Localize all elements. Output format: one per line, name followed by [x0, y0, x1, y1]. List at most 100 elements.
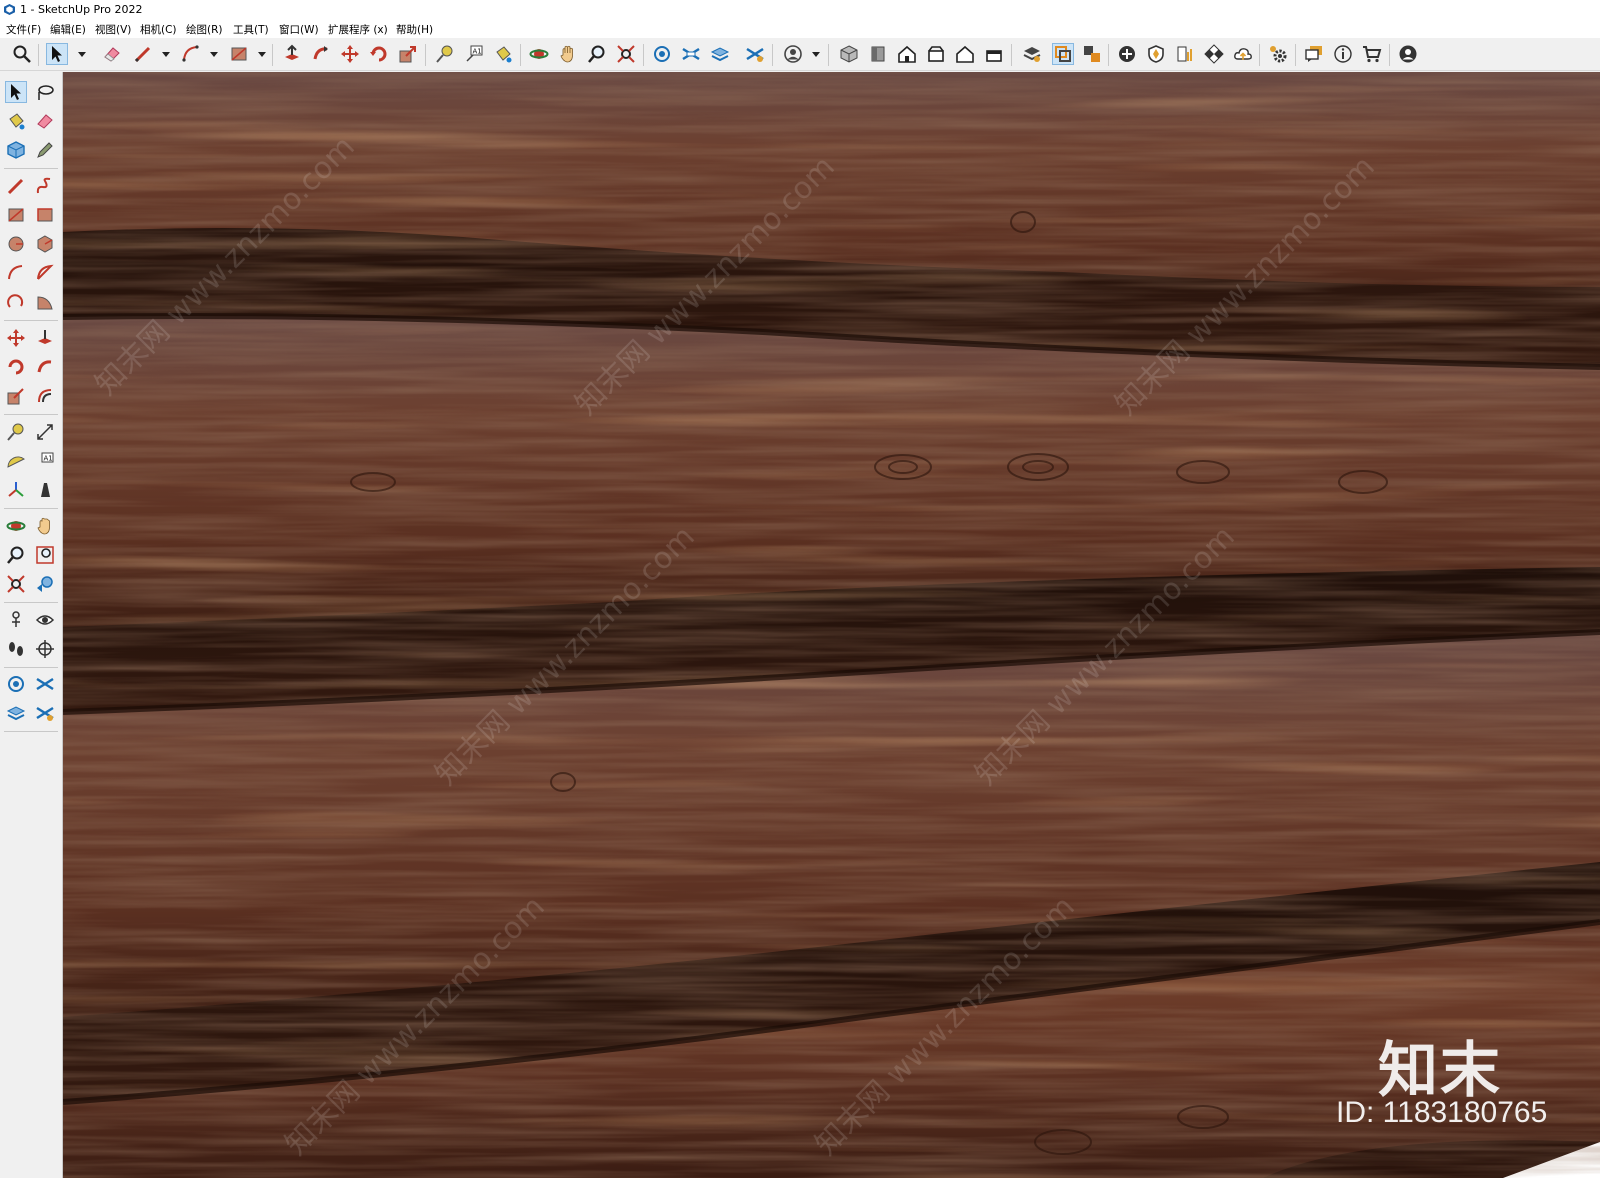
make-component-icon[interactable] — [5, 139, 27, 161]
left-view-icon[interactable] — [983, 43, 1005, 65]
zoom-icon[interactable] — [586, 43, 608, 65]
rectangle-icon[interactable] — [5, 204, 27, 226]
move-icon[interactable] — [5, 327, 27, 349]
extension-manager-icon[interactable] — [744, 43, 766, 65]
move-icon[interactable] — [339, 43, 361, 65]
select-tool-icon[interactable] — [46, 43, 68, 65]
menu-view[interactable]: 视图(V) — [95, 22, 131, 37]
zoom-window-icon[interactable] — [34, 544, 56, 566]
paint-bucket-icon[interactable] — [492, 43, 514, 65]
rotate-icon[interactable] — [368, 43, 390, 65]
zoom-icon[interactable] — [5, 544, 27, 566]
3d-warehouse-icon[interactable] — [651, 43, 673, 65]
scale-icon[interactable] — [397, 43, 419, 65]
zoom-extents-icon[interactable] — [5, 573, 27, 595]
text-label-icon[interactable]: A1 — [463, 43, 485, 65]
profile-icon[interactable] — [1397, 43, 1419, 65]
shopping-cart-icon[interactable] — [1361, 43, 1383, 65]
add-location-icon[interactable] — [1021, 43, 1043, 65]
follow-me-icon[interactable] — [34, 356, 56, 378]
photo-texture-icon[interactable] — [1081, 43, 1103, 65]
search-icon[interactable] — [11, 43, 33, 65]
arc-dropdown-icon[interactable] — [210, 52, 218, 57]
report-icon[interactable] — [1174, 43, 1196, 65]
freehand-icon[interactable] — [34, 175, 56, 197]
extension-warehouse-icon[interactable] — [680, 43, 702, 65]
pencil-line-icon[interactable] — [132, 43, 154, 65]
section-plane-icon[interactable] — [34, 638, 56, 660]
arc-icon[interactable] — [180, 43, 202, 65]
orbit-icon[interactable] — [528, 43, 550, 65]
extension-manager-icon[interactable] — [34, 702, 56, 724]
right-view-icon[interactable] — [925, 43, 947, 65]
tape-measure-icon[interactable] — [434, 43, 456, 65]
menu-camera[interactable]: 相机(C) — [140, 22, 177, 37]
rotated-rectangle-icon[interactable] — [34, 204, 56, 226]
drawing-viewport[interactable]: 知末网 www.znzmo.com 知末网 www.znzmo.com 知末网 … — [63, 72, 1600, 1178]
pan-hand-icon[interactable] — [557, 43, 579, 65]
3d-warehouse-icon[interactable] — [5, 673, 27, 695]
tag-tool-icon[interactable] — [34, 139, 56, 161]
layout-send-icon[interactable] — [5, 702, 27, 724]
zoom-extents-icon[interactable] — [615, 43, 637, 65]
look-around-icon[interactable] — [34, 609, 56, 631]
menu-extensions[interactable]: 扩展程序 (x) — [328, 22, 388, 37]
pie-icon[interactable] — [34, 291, 56, 313]
tape-measure-icon[interactable] — [5, 421, 27, 443]
pencil-line-icon[interactable] — [5, 175, 27, 197]
add-circle-icon[interactable] — [1116, 43, 1138, 65]
user-account-icon[interactable] — [782, 43, 804, 65]
top-view-icon[interactable] — [867, 43, 889, 65]
account-dropdown-icon[interactable] — [812, 52, 820, 57]
rotate-icon[interactable] — [5, 356, 27, 378]
menu-tools[interactable]: 工具(T) — [233, 22, 269, 37]
select-dropdown-icon[interactable] — [78, 52, 86, 57]
rectangle-icon[interactable] — [228, 43, 250, 65]
menu-window[interactable]: 窗口(W) — [279, 22, 319, 37]
line-dropdown-icon[interactable] — [162, 52, 170, 57]
cloud-upload-icon[interactable] — [1232, 43, 1254, 65]
menu-help[interactable]: 帮助(H) — [396, 22, 433, 37]
front-view-icon[interactable] — [896, 43, 918, 65]
two-point-arc-icon[interactable] — [34, 262, 56, 284]
protractor-icon[interactable] — [5, 450, 27, 472]
layout-send-icon[interactable] — [709, 43, 731, 65]
offset-icon[interactable] — [34, 385, 56, 407]
menu-file[interactable]: 文件(F) — [6, 22, 41, 37]
menu-draw[interactable]: 绘图(R) — [186, 22, 223, 37]
walk-footprints-icon[interactable] — [5, 638, 27, 660]
pan-hand-icon[interactable] — [34, 515, 56, 537]
chat-bubble-icon[interactable] — [1303, 43, 1325, 65]
previous-view-icon[interactable] — [34, 573, 56, 595]
extension-warehouse-icon[interactable] — [34, 673, 56, 695]
3d-text-icon[interactable] — [34, 479, 56, 501]
three-point-arc-icon[interactable] — [5, 291, 27, 313]
axes-icon[interactable] — [5, 479, 27, 501]
arc-icon[interactable] — [5, 262, 27, 284]
paint-bucket-icon[interactable] — [5, 110, 27, 132]
text-label-icon[interactable]: A1 — [34, 450, 56, 472]
lasso-select-icon[interactable] — [34, 81, 56, 103]
menu-edit[interactable]: 编辑(E) — [50, 22, 86, 37]
select-tool-icon[interactable] — [5, 81, 27, 103]
toggle-terrain-icon[interactable] — [1052, 43, 1074, 65]
checker-grid-icon[interactable] — [1203, 43, 1225, 65]
push-pull-icon[interactable] — [281, 43, 303, 65]
scale-icon[interactable] — [5, 385, 27, 407]
polygon-icon[interactable] — [34, 233, 56, 255]
shape-dropdown-icon[interactable] — [258, 52, 266, 57]
position-camera-icon[interactable] — [5, 609, 27, 631]
main-toolbar: A1 — [0, 38, 1600, 71]
follow-me-icon[interactable] — [310, 43, 332, 65]
back-view-icon[interactable] — [954, 43, 976, 65]
info-icon[interactable] — [1332, 43, 1354, 65]
push-pull-icon[interactable] — [34, 327, 56, 349]
settings-gear-icon[interactable] — [1267, 43, 1289, 65]
eraser-icon[interactable] — [34, 110, 56, 132]
dimension-icon[interactable] — [34, 421, 56, 443]
iso-view-icon[interactable] — [838, 43, 860, 65]
circle-icon[interactable] — [5, 233, 27, 255]
orbit-icon[interactable] — [5, 515, 27, 537]
shield-icon[interactable] — [1145, 43, 1167, 65]
eraser-icon[interactable] — [101, 43, 123, 65]
